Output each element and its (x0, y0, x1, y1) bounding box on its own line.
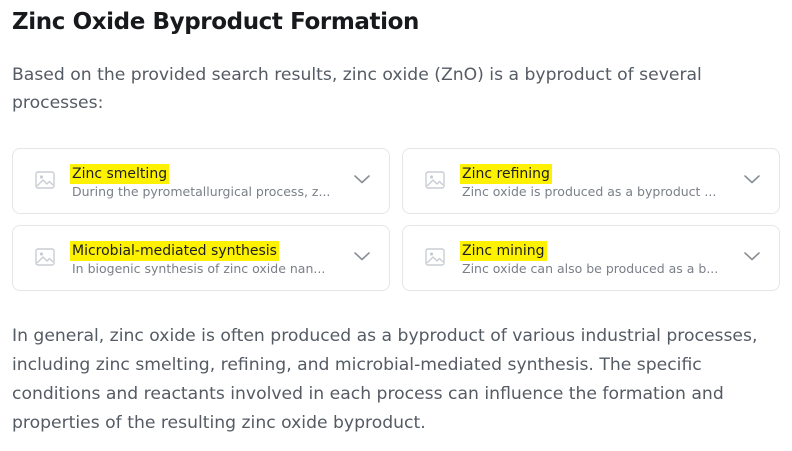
chevron-down-icon[interactable] (353, 173, 371, 185)
card-description: During the pyrometallurgical process, z.… (72, 184, 331, 199)
image-placeholder-icon (35, 248, 55, 266)
image-placeholder-icon (35, 171, 55, 189)
chevron-down-icon[interactable] (353, 250, 371, 262)
intro-paragraph: Based on the provided search results, zi… (12, 65, 702, 113)
chevron-down-icon[interactable] (743, 173, 761, 185)
source-card-zinc-refining[interactable]: Zinc refining Zinc oxide is produced as … (402, 148, 780, 214)
page-title: Zinc Oxide Byproduct Formation (12, 9, 419, 35)
source-card-microbial-mediated-synthesis[interactable]: Microbial-mediated synthesis In biogenic… (12, 225, 390, 291)
card-title: Zinc mining (460, 241, 547, 261)
card-title: Microbial-mediated synthesis (70, 241, 279, 261)
source-card-zinc-mining[interactable]: Zinc mining Zinc oxide can also be produ… (402, 225, 780, 291)
card-description: Zinc oxide can also be produced as a b..… (462, 261, 719, 276)
summary-paragraph: In general, zinc oxide is often produced… (12, 326, 758, 433)
image-placeholder-icon (425, 171, 445, 189)
card-description: Zinc oxide is produced as a byproduct ..… (462, 184, 717, 199)
card-description: In biogenic synthesis of zinc oxide nan.… (72, 261, 326, 276)
source-card-zinc-smelting[interactable]: Zinc smelting During the pyrometallurgic… (12, 148, 390, 214)
card-title: Zinc smelting (70, 164, 170, 184)
image-placeholder-icon (425, 248, 445, 266)
card-title: Zinc refining (460, 164, 552, 184)
chevron-down-icon[interactable] (743, 250, 761, 262)
